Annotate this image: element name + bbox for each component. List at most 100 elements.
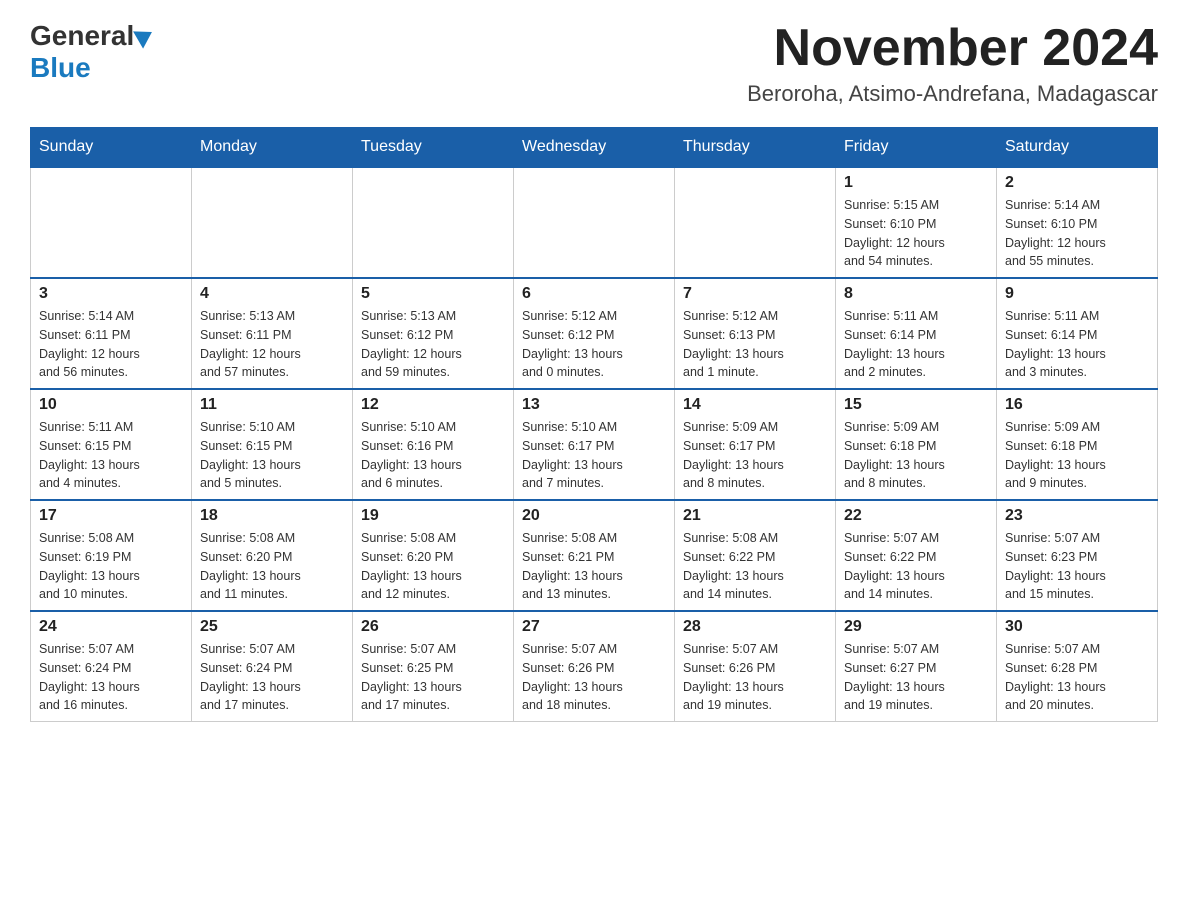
weekday-header-sunday: Sunday <box>31 128 192 168</box>
day-number: 29 <box>844 618 988 636</box>
day-number: 8 <box>844 285 988 303</box>
calendar-cell: 25 Sunrise: 5:07 AM Sunset: 6:24 PM Dayli… <box>192 611 353 722</box>
calendar-cell: 12 Sunrise: 5:10 AM Sunset: 6:16 PM Dayli… <box>353 389 514 500</box>
day-info: Sunrise: 5:08 AM Sunset: 6:20 PM Dayligh… <box>200 529 344 604</box>
day-number: 6 <box>522 285 666 303</box>
day-info: Sunrise: 5:12 AM Sunset: 6:12 PM Dayligh… <box>522 307 666 382</box>
day-info: Sunrise: 5:13 AM Sunset: 6:12 PM Dayligh… <box>361 307 505 382</box>
calendar-cell: 21Sunrise: 5:08 AM Sunset: 6:22 PM Dayli… <box>675 500 836 611</box>
logo-general-text: General <box>30 20 134 52</box>
weekday-header-saturday: Saturday <box>997 128 1158 168</box>
calendar-cell: 27 Sunrise: 5:07 AM Sunset: 6:26 PM Dayli… <box>514 611 675 722</box>
day-info: Sunrise: 5:07 AM Sunset: 6:26 PM Dayligh… <box>683 640 827 715</box>
calendar-cell: 9 Sunrise: 5:11 AM Sunset: 6:14 PM Daylig… <box>997 278 1158 389</box>
calendar-cell: 11Sunrise: 5:10 AM Sunset: 6:15 PM Dayli… <box>192 389 353 500</box>
month-title: November 2024 <box>747 20 1158 77</box>
logo-arrow-icon <box>133 23 157 48</box>
calendar-cell: 6 Sunrise: 5:12 AM Sunset: 6:12 PM Daylig… <box>514 278 675 389</box>
day-number: 13 <box>522 396 666 414</box>
day-info: Sunrise: 5:08 AM Sunset: 6:19 PM Dayligh… <box>39 529 183 604</box>
day-info: Sunrise: 5:10 AM Sunset: 6:16 PM Dayligh… <box>361 418 505 493</box>
calendar-cell: 22 Sunrise: 5:07 AM Sunset: 6:22 PM Dayli… <box>836 500 997 611</box>
calendar-cell: 13 Sunrise: 5:10 AM Sunset: 6:17 PM Dayli… <box>514 389 675 500</box>
week-row-4: 17 Sunrise: 5:08 AM Sunset: 6:19 PM Dayli… <box>31 500 1158 611</box>
day-info: Sunrise: 5:13 AM Sunset: 6:11 PM Dayligh… <box>200 307 344 382</box>
day-info: Sunrise: 5:07 AM Sunset: 6:28 PM Dayligh… <box>1005 640 1149 715</box>
day-number: 5 <box>361 285 505 303</box>
day-number: 15 <box>844 396 988 414</box>
calendar-cell: 20Sunrise: 5:08 AM Sunset: 6:21 PM Dayli… <box>514 500 675 611</box>
calendar-cell: 30 Sunrise: 5:07 AM Sunset: 6:28 PM Dayli… <box>997 611 1158 722</box>
weekday-header-wednesday: Wednesday <box>514 128 675 168</box>
day-number: 19 <box>361 507 505 525</box>
day-info: Sunrise: 5:07 AM Sunset: 6:23 PM Dayligh… <box>1005 529 1149 604</box>
day-number: 21 <box>683 507 827 525</box>
calendar-cell: 16Sunrise: 5:09 AM Sunset: 6:18 PM Dayli… <box>997 389 1158 500</box>
day-info: Sunrise: 5:11 AM Sunset: 6:14 PM Dayligh… <box>844 307 988 382</box>
weekday-header-thursday: Thursday <box>675 128 836 168</box>
calendar-cell <box>192 167 353 278</box>
calendar-cell: 5 Sunrise: 5:13 AM Sunset: 6:12 PM Daylig… <box>353 278 514 389</box>
calendar-cell: 17 Sunrise: 5:08 AM Sunset: 6:19 PM Dayli… <box>31 500 192 611</box>
day-number: 4 <box>200 285 344 303</box>
day-number: 23 <box>1005 507 1149 525</box>
day-info: Sunrise: 5:07 AM Sunset: 6:26 PM Dayligh… <box>522 640 666 715</box>
calendar-cell: 8 Sunrise: 5:11 AM Sunset: 6:14 PM Daylig… <box>836 278 997 389</box>
title-section: November 2024 Beroroha, Atsimo-Andrefana… <box>747 20 1158 107</box>
day-info: Sunrise: 5:11 AM Sunset: 6:15 PM Dayligh… <box>39 418 183 493</box>
day-info: Sunrise: 5:11 AM Sunset: 6:14 PM Dayligh… <box>1005 307 1149 382</box>
day-number: 9 <box>1005 285 1149 303</box>
calendar-cell: 28 Sunrise: 5:07 AM Sunset: 6:26 PM Dayli… <box>675 611 836 722</box>
weekday-header-monday: Monday <box>192 128 353 168</box>
day-number: 14 <box>683 396 827 414</box>
week-row-3: 10Sunrise: 5:11 AM Sunset: 6:15 PM Dayli… <box>31 389 1158 500</box>
day-number: 2 <box>1005 174 1149 192</box>
calendar-cell: 4 Sunrise: 5:13 AM Sunset: 6:11 PM Daylig… <box>192 278 353 389</box>
day-info: Sunrise: 5:07 AM Sunset: 6:22 PM Dayligh… <box>844 529 988 604</box>
day-number: 30 <box>1005 618 1149 636</box>
day-info: Sunrise: 5:09 AM Sunset: 6:18 PM Dayligh… <box>844 418 988 493</box>
day-number: 12 <box>361 396 505 414</box>
calendar-cell <box>675 167 836 278</box>
weekday-header-tuesday: Tuesday <box>353 128 514 168</box>
calendar-cell: 18Sunrise: 5:08 AM Sunset: 6:20 PM Dayli… <box>192 500 353 611</box>
day-info: Sunrise: 5:07 AM Sunset: 6:25 PM Dayligh… <box>361 640 505 715</box>
day-number: 27 <box>522 618 666 636</box>
day-info: Sunrise: 5:09 AM Sunset: 6:17 PM Dayligh… <box>683 418 827 493</box>
day-number: 26 <box>361 618 505 636</box>
calendar-cell: 23 Sunrise: 5:07 AM Sunset: 6:23 PM Dayli… <box>997 500 1158 611</box>
calendar-cell: 26 Sunrise: 5:07 AM Sunset: 6:25 PM Dayli… <box>353 611 514 722</box>
day-number: 1 <box>844 174 988 192</box>
day-number: 28 <box>683 618 827 636</box>
day-info: Sunrise: 5:08 AM Sunset: 6:21 PM Dayligh… <box>522 529 666 604</box>
day-info: Sunrise: 5:10 AM Sunset: 6:17 PM Dayligh… <box>522 418 666 493</box>
week-row-2: 3Sunrise: 5:14 AM Sunset: 6:11 PM Daylig… <box>31 278 1158 389</box>
day-info: Sunrise: 5:07 AM Sunset: 6:24 PM Dayligh… <box>39 640 183 715</box>
calendar-cell: 29 Sunrise: 5:07 AM Sunset: 6:27 PM Dayli… <box>836 611 997 722</box>
calendar-cell: 3Sunrise: 5:14 AM Sunset: 6:11 PM Daylig… <box>31 278 192 389</box>
day-number: 11 <box>200 396 344 414</box>
logo-blue-text: Blue <box>30 52 153 84</box>
week-row-5: 24 Sunrise: 5:07 AM Sunset: 6:24 PM Dayli… <box>31 611 1158 722</box>
day-number: 25 <box>200 618 344 636</box>
calendar-cell: 19 Sunrise: 5:08 AM Sunset: 6:20 PM Dayli… <box>353 500 514 611</box>
logo: General Blue <box>30 20 153 84</box>
day-number: 7 <box>683 285 827 303</box>
calendar-cell <box>31 167 192 278</box>
calendar-cell: 10Sunrise: 5:11 AM Sunset: 6:15 PM Dayli… <box>31 389 192 500</box>
day-info: Sunrise: 5:07 AM Sunset: 6:24 PM Dayligh… <box>200 640 344 715</box>
day-info: Sunrise: 5:15 AM Sunset: 6:10 PM Dayligh… <box>844 196 988 271</box>
day-info: Sunrise: 5:12 AM Sunset: 6:13 PM Dayligh… <box>683 307 827 382</box>
calendar-cell: 1 Sunrise: 5:15 AM Sunset: 6:10 PM Daylig… <box>836 167 997 278</box>
calendar-cell: 14 Sunrise: 5:09 AM Sunset: 6:17 PM Dayli… <box>675 389 836 500</box>
calendar-cell <box>353 167 514 278</box>
day-info: Sunrise: 5:08 AM Sunset: 6:20 PM Dayligh… <box>361 529 505 604</box>
location-title: Beroroha, Atsimo-Andrefana, Madagascar <box>747 81 1158 107</box>
calendar-cell: 7 Sunrise: 5:12 AM Sunset: 6:13 PM Daylig… <box>675 278 836 389</box>
week-row-1: 1 Sunrise: 5:15 AM Sunset: 6:10 PM Daylig… <box>31 167 1158 278</box>
calendar-cell: 2Sunrise: 5:14 AM Sunset: 6:10 PM Daylig… <box>997 167 1158 278</box>
day-number: 24 <box>39 618 183 636</box>
day-number: 17 <box>39 507 183 525</box>
day-number: 22 <box>844 507 988 525</box>
day-info: Sunrise: 5:07 AM Sunset: 6:27 PM Dayligh… <box>844 640 988 715</box>
